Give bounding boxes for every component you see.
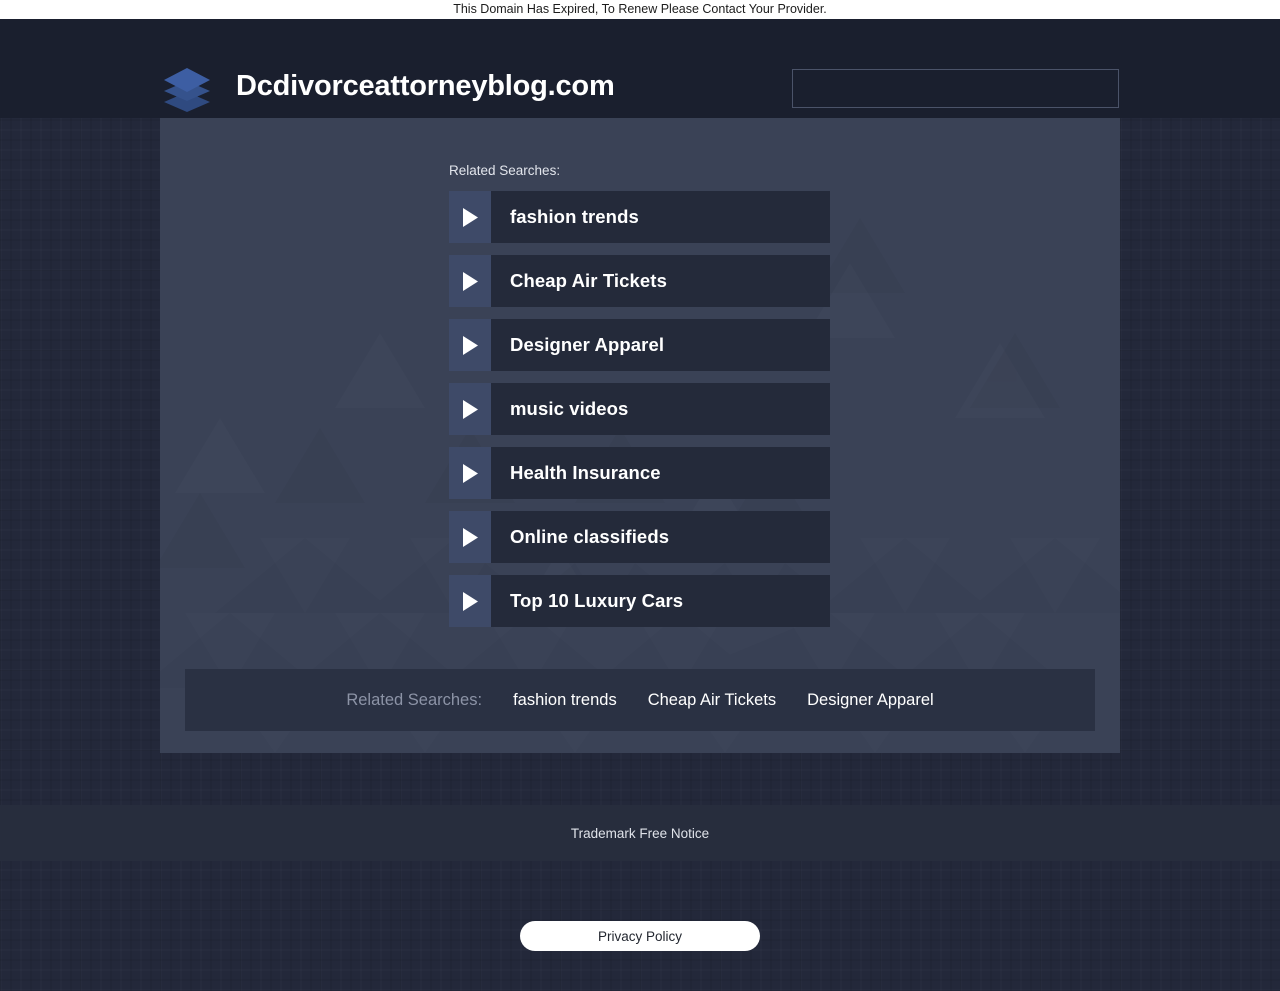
list-item[interactable]: Health Insurance bbox=[449, 447, 830, 499]
list-item[interactable]: Top 10 Luxury Cars bbox=[449, 575, 830, 627]
list-item[interactable]: Designer Apparel bbox=[449, 319, 830, 371]
related-searches-list: fashion trends Cheap Air Tickets bbox=[449, 191, 830, 639]
play-triangle-icon bbox=[449, 319, 491, 371]
play-triangle-icon bbox=[449, 575, 491, 627]
list-item-label: Top 10 Luxury Cars bbox=[510, 590, 683, 612]
list-item[interactable]: Cheap Air Tickets bbox=[449, 255, 830, 307]
play-triangle-icon bbox=[449, 191, 491, 243]
related-searches-label: Related Searches: bbox=[449, 163, 560, 178]
brand: Dcdivorceattorneyblog.com bbox=[160, 57, 615, 115]
site-header: Dcdivorceattorneyblog.com bbox=[0, 19, 1280, 118]
list-item-label: music videos bbox=[510, 398, 628, 420]
list-item[interactable]: Online classifieds bbox=[449, 511, 830, 563]
list-item-body: Online classifieds bbox=[491, 511, 830, 563]
list-item[interactable]: music videos bbox=[449, 383, 830, 435]
list-item-body: Top 10 Luxury Cars bbox=[491, 575, 830, 627]
list-item-label: Cheap Air Tickets bbox=[510, 270, 667, 292]
list-item-body: music videos bbox=[491, 383, 830, 435]
list-item-label: Designer Apparel bbox=[510, 334, 664, 356]
list-item-label: Online classifieds bbox=[510, 526, 669, 548]
list-item-body: Health Insurance bbox=[491, 447, 830, 499]
search-input[interactable] bbox=[792, 69, 1119, 108]
strip-link-cheap-air-tickets[interactable]: Cheap Air Tickets bbox=[648, 691, 776, 710]
trademark-free-notice-link[interactable]: Trademark Free Notice bbox=[571, 826, 709, 841]
play-triangle-icon bbox=[449, 255, 491, 307]
strip-link-fashion-trends[interactable]: fashion trends bbox=[513, 691, 617, 710]
play-triangle-icon bbox=[449, 447, 491, 499]
footer-band: Trademark Free Notice bbox=[0, 805, 1280, 861]
list-item-label: Health Insurance bbox=[510, 462, 661, 484]
related-searches-strip-label: Related Searches: bbox=[346, 691, 482, 710]
stacked-layers-icon bbox=[160, 57, 214, 115]
page-title: Dcdivorceattorneyblog.com bbox=[236, 70, 615, 103]
list-item-body: Cheap Air Tickets bbox=[491, 255, 830, 307]
list-item-body: fashion trends bbox=[491, 191, 830, 243]
list-item[interactable]: fashion trends bbox=[449, 191, 830, 243]
list-item-body: Designer Apparel bbox=[491, 319, 830, 371]
play-triangle-icon bbox=[449, 383, 491, 435]
list-item-label: fashion trends bbox=[510, 206, 639, 228]
privacy-policy-button[interactable]: Privacy Policy bbox=[520, 921, 760, 951]
play-triangle-icon bbox=[449, 511, 491, 563]
domain-expiry-banner: This Domain Has Expired, To Renew Please… bbox=[0, 0, 1280, 19]
content-panel: Related Searches: fashion trends bbox=[160, 118, 1120, 753]
related-searches-strip: Related Searches: fashion trends Cheap A… bbox=[185, 669, 1095, 731]
strip-link-designer-apparel[interactable]: Designer Apparel bbox=[807, 691, 934, 710]
